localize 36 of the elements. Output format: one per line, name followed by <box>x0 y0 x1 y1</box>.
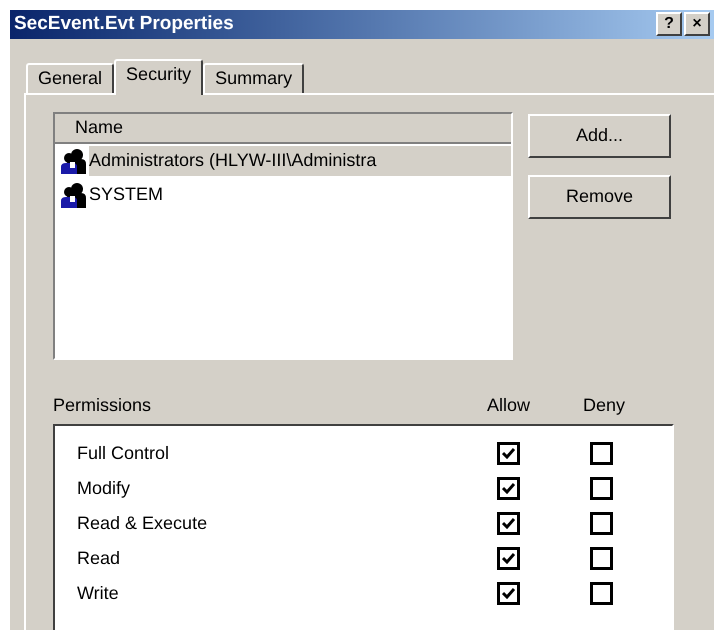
column-header[interactable]: Name <box>55 114 511 144</box>
column-label: Allow <box>487 394 532 416</box>
permissions-label: Permissions <box>53 394 152 416</box>
checkbox[interactable] <box>590 546 613 570</box>
close-button[interactable]: × <box>684 12 710 36</box>
users-icon <box>59 182 87 208</box>
checkbox[interactable] <box>590 442 613 464</box>
permission-label: Read & Execute <box>77 512 208 534</box>
checkbox[interactable] <box>497 582 520 604</box>
checkbox[interactable] <box>590 512 613 534</box>
tab[interactable]: General <box>26 62 114 92</box>
users-icon <box>59 148 87 174</box>
check-icon <box>502 518 515 528</box>
checkbox[interactable] <box>590 476 613 500</box>
permission-label: Write <box>77 582 120 604</box>
remove-button[interactable]: Remove <box>528 174 671 218</box>
permission-label: Modify <box>77 476 132 500</box>
checkbox[interactable] <box>497 476 520 500</box>
list-item[interactable]: Administrators (HLYW-III\Administra <box>89 146 511 176</box>
checkbox[interactable] <box>497 512 520 534</box>
help-button[interactable]: ? <box>656 12 682 36</box>
permission-label: Read <box>77 546 122 570</box>
list-item[interactable]: SYSTEM <box>89 180 168 210</box>
tab[interactable]: Security <box>114 58 204 94</box>
check-icon <box>502 552 515 564</box>
check-icon <box>502 448 515 458</box>
column-label: Deny <box>583 394 626 417</box>
checkbox[interactable] <box>497 546 520 570</box>
add-button[interactable]: Add... <box>528 114 671 158</box>
check-icon <box>502 482 515 494</box>
permission-label: Full Control <box>77 442 170 464</box>
check-icon <box>502 588 515 598</box>
checkbox[interactable] <box>590 582 613 604</box>
checkbox[interactable] <box>497 442 520 464</box>
window-title: SecEvent.Evt Properties <box>14 12 235 36</box>
tab[interactable]: Summary <box>203 62 304 92</box>
